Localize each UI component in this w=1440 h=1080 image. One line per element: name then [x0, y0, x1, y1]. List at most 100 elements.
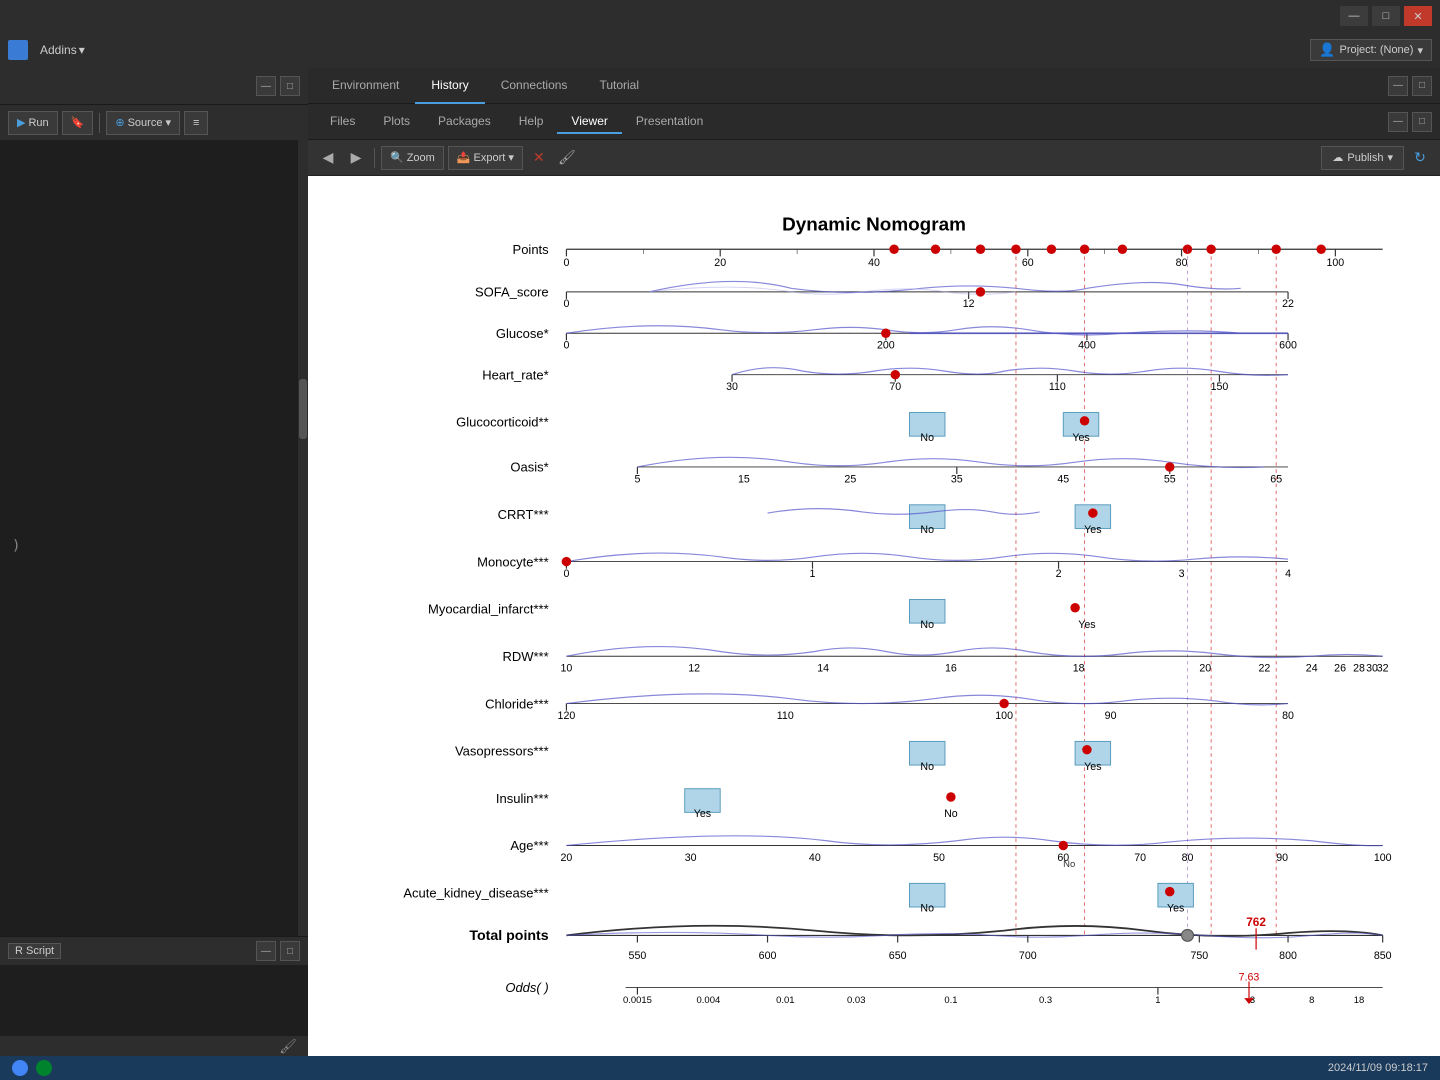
- bottom-left-content: [0, 965, 308, 1036]
- svg-text:Odds( ): Odds( ): [505, 980, 548, 995]
- right-tab-controls: — □: [1388, 76, 1432, 96]
- brush-icon-button[interactable]: 🖌: [276, 1034, 300, 1056]
- svg-text:Glucocorticoid**: Glucocorticoid**: [456, 415, 549, 430]
- collapse-left-button[interactable]: —: [256, 76, 276, 96]
- bottom-left-status: 🖌: [0, 1036, 308, 1056]
- editor-toolbar: ▶ Run 🔖 ⊕ Source ▾ ≡: [0, 104, 308, 140]
- editor-area: ): [0, 140, 308, 936]
- project-button[interactable]: 👤 Project: (None) ▾: [1310, 39, 1432, 61]
- tab-viewer[interactable]: Viewer: [557, 110, 621, 134]
- svg-text:20: 20: [714, 257, 726, 269]
- svg-text:70: 70: [889, 381, 901, 393]
- tab-plots[interactable]: Plots: [369, 110, 424, 134]
- expand-left-button[interactable]: □: [280, 76, 300, 96]
- svg-text:4: 4: [1285, 568, 1291, 580]
- nav-separator: [374, 148, 375, 168]
- main-area: Addins ▾ 👤 Project: (None) ▾ — □ ▶ Run: [0, 32, 1440, 1056]
- tab-help[interactable]: Help: [505, 110, 558, 134]
- svg-text:3: 3: [1179, 568, 1185, 580]
- tab-environment[interactable]: Environment: [316, 68, 415, 104]
- addins-button[interactable]: Addins ▾: [40, 43, 85, 57]
- svg-text:80: 80: [1282, 710, 1294, 722]
- chrome-icon[interactable]: [12, 1060, 28, 1076]
- svg-text:Oasis*: Oasis*: [510, 460, 548, 475]
- meet-icon[interactable]: [36, 1060, 52, 1076]
- delete-plot-button[interactable]: ✕: [527, 146, 551, 170]
- brush-button[interactable]: 🖌: [555, 146, 579, 170]
- expand-viewer-button[interactable]: □: [1412, 112, 1432, 132]
- bottom-left-panel: R Script — □ 🖌: [0, 936, 308, 1056]
- editor-scrollbar-thumb[interactable]: [299, 379, 307, 439]
- svg-text:24: 24: [1306, 663, 1318, 675]
- left-panel-toolbar: — □: [0, 68, 308, 104]
- tab-files[interactable]: Files: [316, 110, 369, 134]
- publish-button[interactable]: ☁ Publish ▾: [1321, 146, 1404, 170]
- viewer-nav: ◀ ▶ 🔍 Zoom 📤 Export ▾ ✕ 🖌 ☁ Publish ▾: [308, 140, 1440, 176]
- svg-text:Chloride***: Chloride***: [485, 696, 549, 711]
- panel-controls: — □: [256, 941, 300, 961]
- title-bar: — □ ✕: [0, 0, 1440, 32]
- collapse-right-top-button[interactable]: —: [1388, 76, 1408, 96]
- right-panel: Environment History Connections Tutorial…: [308, 68, 1440, 1056]
- svg-text:14: 14: [817, 663, 829, 675]
- svg-text:No: No: [944, 808, 958, 820]
- more-button[interactable]: ≡: [184, 111, 208, 135]
- run-button[interactable]: ▶ Run: [8, 111, 58, 135]
- viewer-tabs: Files Plots Packages Help Viewer Present…: [316, 110, 717, 134]
- tab-connections[interactable]: Connections: [485, 68, 584, 104]
- nomogram-container: Dynamic Nomogram Points 0 20 40 60 80 10…: [318, 186, 1430, 1046]
- svg-text:0: 0: [563, 298, 569, 310]
- export-button[interactable]: 📤 Export ▾: [448, 146, 523, 170]
- svg-text:0.03: 0.03: [847, 995, 865, 1006]
- svg-text:0.004: 0.004: [697, 995, 721, 1006]
- svg-text:100: 100: [1374, 852, 1392, 864]
- minimize-button[interactable]: —: [1340, 6, 1368, 26]
- svg-text:850: 850: [1374, 950, 1392, 962]
- svg-text:40: 40: [868, 257, 880, 269]
- svg-text:800: 800: [1279, 950, 1297, 962]
- svg-text:750: 750: [1190, 950, 1208, 962]
- zoom-button[interactable]: 🔍 Zoom: [381, 146, 444, 170]
- svg-text:Points: Points: [513, 242, 550, 257]
- expand-right-top-button[interactable]: □: [1412, 76, 1432, 96]
- expand-bottom-left-button[interactable]: □: [280, 941, 300, 961]
- status-left: [12, 1060, 52, 1076]
- svg-text:SOFA_score: SOFA_score: [475, 285, 549, 300]
- collapse-viewer-button[interactable]: —: [1388, 112, 1408, 132]
- left-panel: — □ ▶ Run 🔖 ⊕ Source ▾ ≡: [0, 68, 308, 1056]
- tab-packages[interactable]: Packages: [424, 110, 505, 134]
- svg-text:20: 20: [561, 852, 573, 864]
- svg-text:2: 2: [1056, 568, 1062, 580]
- tab-tutorial[interactable]: Tutorial: [583, 68, 655, 104]
- svg-text:26: 26: [1334, 663, 1346, 675]
- app-bar: Addins ▾ 👤 Project: (None) ▾: [0, 32, 1440, 68]
- viewer-tab-controls: — □: [1388, 112, 1432, 132]
- window-controls: — □ ✕: [1340, 6, 1432, 26]
- collapse-bottom-left-button[interactable]: —: [256, 941, 276, 961]
- close-button[interactable]: ✕: [1404, 6, 1432, 26]
- svg-text:28: 28: [1353, 663, 1365, 675]
- bookmark-button[interactable]: 🔖: [62, 111, 94, 135]
- svg-text:Vasopressors***: Vasopressors***: [455, 744, 549, 759]
- svg-text:Yes: Yes: [1084, 524, 1101, 536]
- maximize-button[interactable]: □: [1372, 6, 1400, 26]
- tab-history[interactable]: History: [415, 68, 484, 104]
- svg-text:600: 600: [759, 950, 777, 962]
- svg-text:Dynamic Nomogram: Dynamic Nomogram: [782, 214, 966, 235]
- svg-text:Total points: Total points: [469, 928, 548, 944]
- svg-text:0: 0: [563, 257, 569, 269]
- svg-text:35: 35: [951, 473, 963, 485]
- svg-text:No: No: [920, 432, 934, 444]
- svg-text:550: 550: [629, 950, 647, 962]
- source-button[interactable]: ⊕ Source ▾: [106, 111, 180, 135]
- editor-scrollbar[interactable]: [298, 140, 308, 936]
- svg-text:110: 110: [777, 710, 794, 722]
- back-button[interactable]: ◀: [316, 146, 340, 170]
- svg-text:22: 22: [1258, 663, 1270, 675]
- viewer-toolbar: Files Plots Packages Help Viewer Present…: [308, 104, 1440, 140]
- forward-button[interactable]: ▶: [344, 146, 368, 170]
- svg-text:18: 18: [1073, 663, 1085, 675]
- tab-presentation[interactable]: Presentation: [622, 110, 717, 134]
- refresh-button[interactable]: ↻: [1408, 146, 1432, 170]
- svg-text:Myocardial_infarct***: Myocardial_infarct***: [428, 602, 549, 617]
